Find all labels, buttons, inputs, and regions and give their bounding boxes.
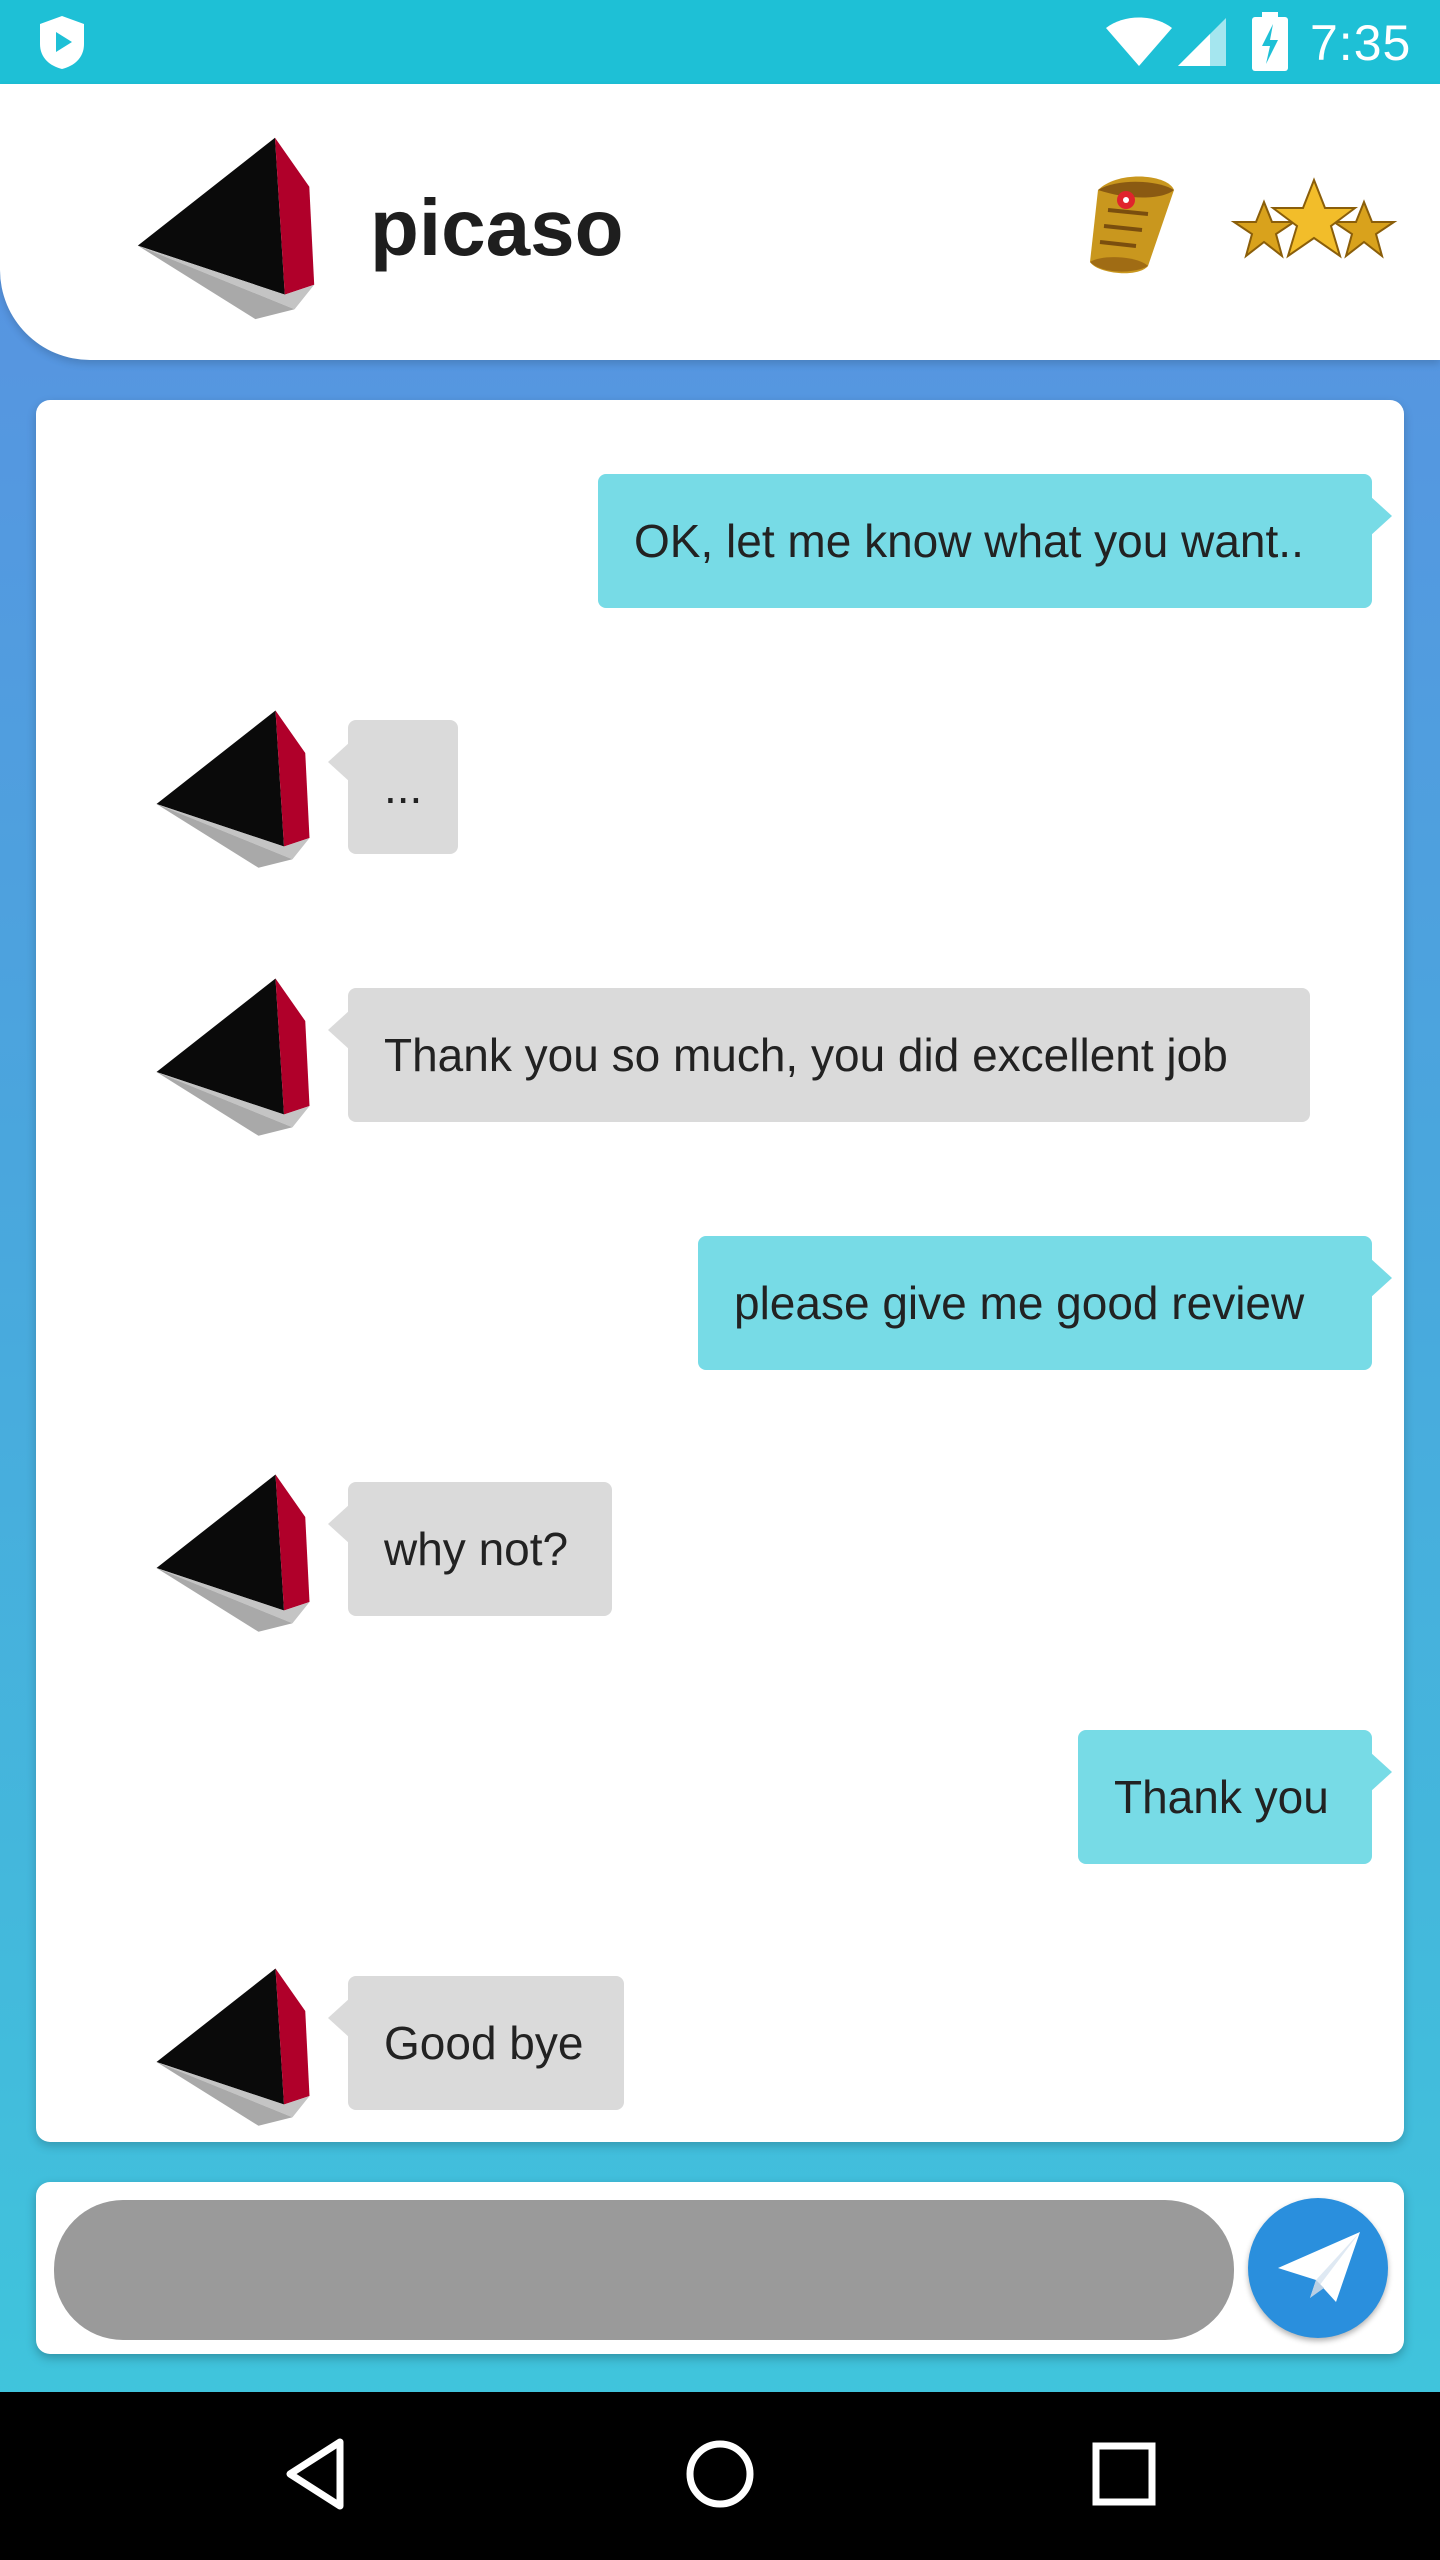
message-bubble[interactable]: OK, let me know what you want..	[598, 474, 1392, 608]
shield-icon	[40, 16, 84, 69]
message-bubble[interactable]: Good bye	[328, 1976, 624, 2110]
status-time: 7:35	[1310, 15, 1412, 71]
chat-area[interactable]: OK, let me know what you want.. ... Than…	[36, 400, 1404, 2142]
avatar-pyramid-icon[interactable]	[148, 1960, 318, 2130]
battery-charging-icon	[1252, 12, 1288, 71]
home-icon[interactable]	[680, 2434, 760, 2514]
message-bubble[interactable]: please give me good review	[698, 1236, 1392, 1370]
status-bar: 7:35	[0, 0, 1440, 84]
chat-header: picaso	[0, 84, 1440, 360]
message-bubble[interactable]: ...	[328, 720, 458, 854]
signal-icon	[1178, 18, 1226, 66]
scroll-map-icon[interactable]	[1078, 170, 1184, 280]
avatar-pyramid-icon[interactable]	[128, 128, 324, 324]
back-icon[interactable]	[278, 2434, 358, 2514]
message-bubble[interactable]: why not?	[328, 1482, 612, 1616]
message-bubble[interactable]: Thank you	[1078, 1730, 1392, 1864]
message-bubble[interactable]: Thank you so much, you did excellent job	[328, 988, 1310, 1122]
paper-plane-icon	[1278, 2232, 1360, 2302]
avatar-pyramid-icon[interactable]	[148, 702, 318, 872]
avatar-pyramid-icon[interactable]	[148, 1466, 318, 1636]
composer-bar	[36, 2182, 1404, 2354]
contact-name: picaso	[370, 183, 624, 272]
message-input[interactable]	[54, 2200, 1234, 2340]
three-stars-icon[interactable]	[1224, 172, 1404, 282]
avatar-pyramid-icon[interactable]	[148, 970, 318, 1140]
system-nav-bar	[0, 2392, 1440, 2560]
recents-icon[interactable]	[1084, 2434, 1164, 2514]
send-button[interactable]	[1248, 2198, 1388, 2338]
wifi-icon	[1106, 17, 1172, 66]
